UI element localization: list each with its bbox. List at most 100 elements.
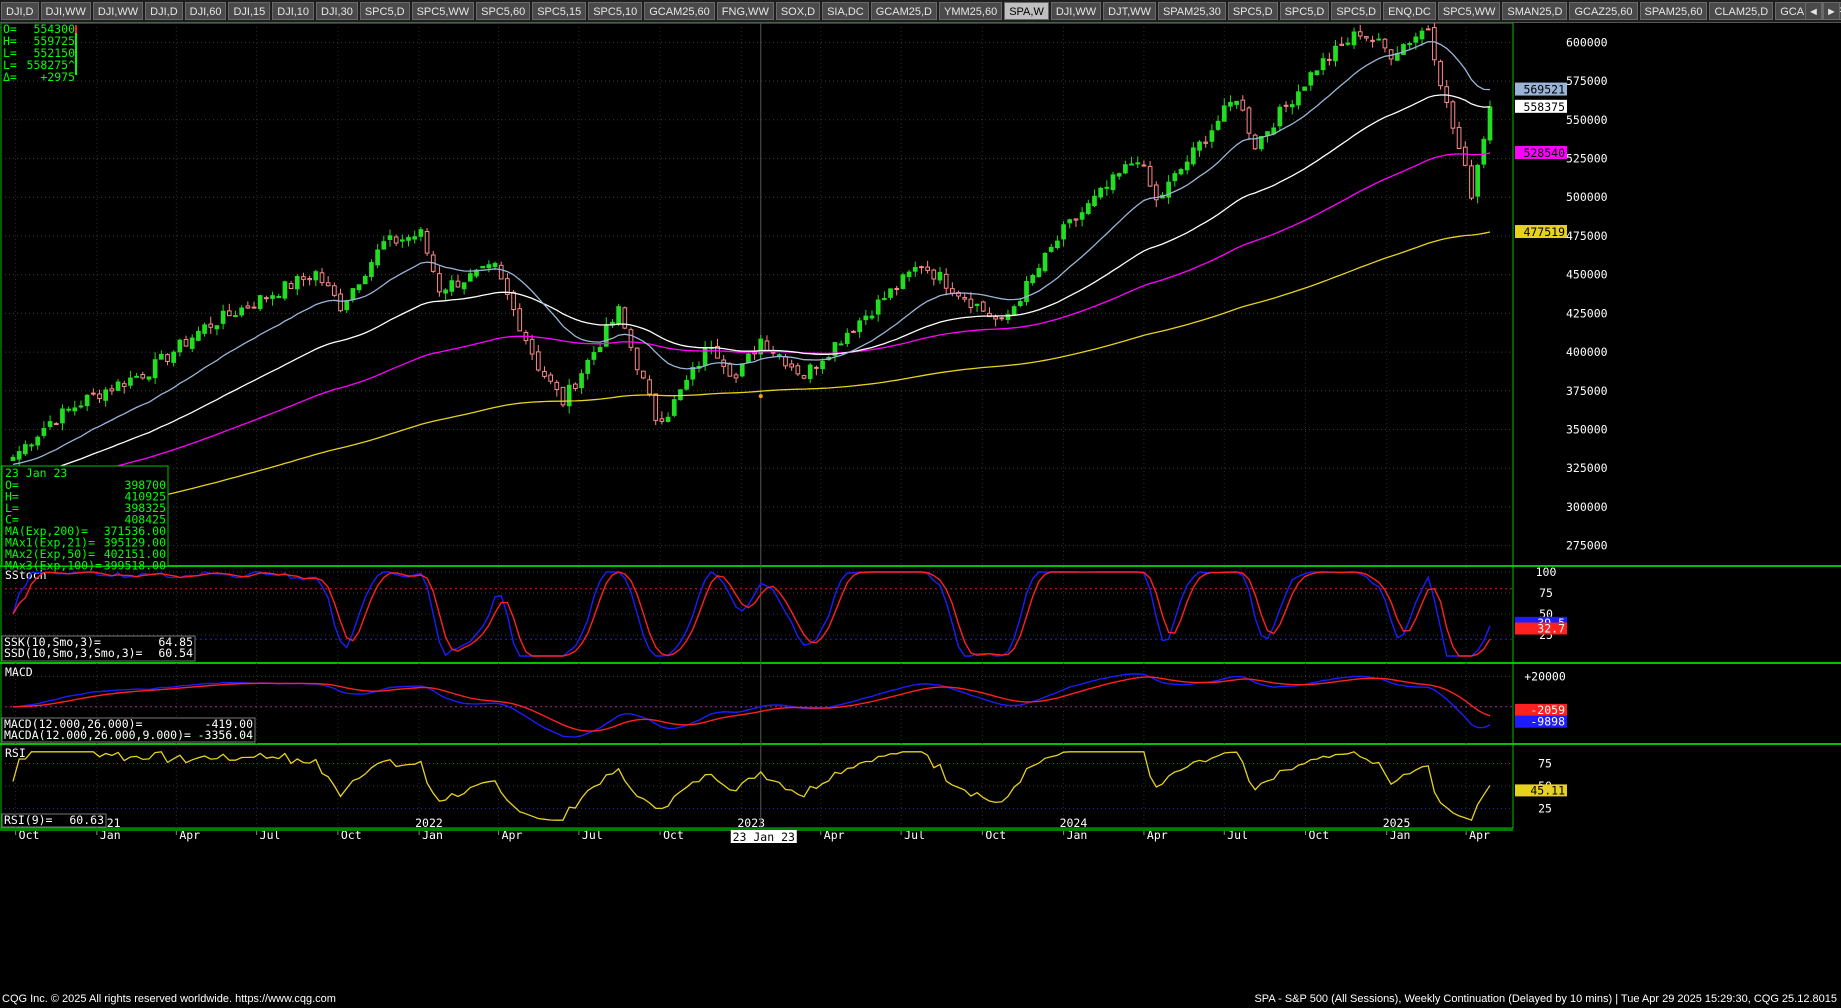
- candle-body: [16, 451, 22, 460]
- tab-clam25-d-31[interactable]: CLAM25,D: [1709, 2, 1774, 20]
- stoch-axis-label: 75: [1539, 586, 1553, 600]
- candle-body: [727, 363, 733, 377]
- candle-body: [443, 289, 448, 294]
- candle-body: [1283, 104, 1289, 107]
- tab-djt-ww-21[interactable]: DJT,WW: [1103, 2, 1156, 20]
- candle-body: [208, 323, 214, 328]
- candle-body: [480, 265, 486, 269]
- tab-fng-ww-14[interactable]: FNG,WW: [716, 2, 774, 20]
- rsi-axis-label: 75: [1538, 757, 1552, 771]
- candle-body: [1432, 27, 1437, 61]
- candle-body: [158, 353, 164, 360]
- candle-body: [461, 282, 467, 290]
- tab-enq-dc-26[interactable]: ENQ,DC: [1383, 2, 1436, 20]
- candle-body: [1296, 91, 1301, 106]
- tab-dji-ww-2[interactable]: DJI,WW: [92, 2, 144, 20]
- stoch-axis-label: 100: [1536, 565, 1557, 579]
- tab-dji-60-4[interactable]: DJI,60: [184, 2, 227, 20]
- candle-body: [1326, 58, 1332, 61]
- tab-dji-d-0[interactable]: DJI,D: [1, 2, 39, 20]
- tab-sman25-d-28[interactable]: SMAN25,D: [1502, 2, 1568, 20]
- stoch-readout-label: SSD(10,Smo,3,Smo,3)=: [4, 646, 143, 660]
- candle-body: [344, 300, 350, 311]
- candle-body: [338, 293, 343, 312]
- candle-body: [350, 288, 356, 300]
- candle-body: [517, 308, 523, 332]
- ema-50-line: [12, 94, 1491, 479]
- candle-body: [492, 262, 498, 268]
- candle-body: [770, 351, 776, 354]
- candle-body: [1079, 212, 1085, 220]
- tab-spam25-30-22[interactable]: SPAM25,30: [1157, 2, 1226, 20]
- candle-body: [1104, 186, 1110, 189]
- candle-body: [1017, 301, 1023, 306]
- tab-sia-dc-16[interactable]: SIA,DC: [822, 2, 869, 20]
- tab-dji-ww-1[interactable]: DJI,WW: [40, 2, 91, 20]
- tab-spa-w-19[interactable]: SPA,W: [1004, 2, 1049, 20]
- chart-area[interactable]: 600000 575000 550000 525000 500000 475000 4500…: [0, 23, 1841, 989]
- macd-readout-value: -3356.04: [198, 728, 253, 742]
- candle-body: [653, 393, 659, 421]
- year-label: 2025: [1383, 816, 1411, 830]
- candles: [10, 23, 1493, 466]
- tab-spc5-d-8[interactable]: SPC5,D: [359, 2, 410, 20]
- candle-body: [393, 236, 399, 244]
- candle-body: [733, 374, 739, 379]
- candle-body: [919, 266, 924, 269]
- price-axis-label: 350000: [1566, 423, 1608, 437]
- tab-dji-d-3[interactable]: DJI,D: [145, 2, 183, 20]
- tab-scroll-next-button[interactable]: ►: [1823, 2, 1840, 20]
- tab-spc5-ww-27[interactable]: SPC5,WW: [1437, 2, 1501, 20]
- candle-body: [764, 340, 770, 351]
- tab-spam25-60-30[interactable]: SPAM25,60: [1639, 2, 1708, 20]
- tab-spc5-15-11[interactable]: SPC5,15: [532, 2, 587, 20]
- price-axis-label: 575000: [1566, 74, 1608, 88]
- tab-spc5-10-12[interactable]: SPC5,10: [588, 2, 643, 20]
- tab-gcaz25-60-29[interactable]: GCAZ25,60: [1569, 2, 1638, 20]
- tab-sox-d-15[interactable]: SOX,D: [775, 2, 821, 20]
- candle-body: [1320, 58, 1326, 71]
- candle-body: [1061, 224, 1066, 240]
- candle-body: [529, 338, 535, 355]
- candle-body: [418, 229, 424, 237]
- candle-body: [875, 299, 881, 315]
- tab-gcam25-60-13[interactable]: GCAM25,60: [644, 2, 715, 20]
- cursor-ema-marker: [758, 394, 763, 399]
- candle-body: [455, 280, 461, 288]
- ema-200-line: [12, 231, 1491, 523]
- candle-body: [1129, 163, 1134, 166]
- candle-body: [115, 381, 121, 391]
- candle-body: [10, 456, 16, 461]
- candle-body: [801, 375, 807, 379]
- candle-body: [239, 307, 245, 316]
- tab-spc5-ww-9[interactable]: SPC5,WW: [411, 2, 475, 20]
- tab-spc5-d-25[interactable]: SPC5,D: [1331, 2, 1382, 20]
- candle-body: [1289, 104, 1295, 108]
- tab-gcam25-d-17[interactable]: GCAM25,D: [870, 2, 937, 20]
- tab-ymm25-60-18[interactable]: YMM25,60: [939, 2, 1003, 20]
- tab-spc5-d-24[interactable]: SPC5,D: [1279, 2, 1330, 20]
- tab-dji-10-6[interactable]: DJI,10: [272, 2, 315, 20]
- tab-spc5-60-10[interactable]: SPC5,60: [476, 2, 531, 20]
- candle-body: [41, 427, 47, 436]
- symbol-status-text: SPA - S&P 500 (All Sessions), Weekly Con…: [1254, 993, 1837, 1005]
- cursor-readout-value: 399518.00: [104, 559, 166, 573]
- tab-dji-15-5[interactable]: DJI,15: [228, 2, 271, 20]
- tab-dji-30-7[interactable]: DJI,30: [316, 2, 358, 20]
- candle-body: [1191, 147, 1196, 165]
- rsi-axis-label: 25: [1538, 802, 1552, 816]
- candle-body: [1438, 60, 1443, 87]
- tab-scroll-prev-button[interactable]: ◄: [1805, 2, 1822, 20]
- price-axis-label: 400000: [1566, 345, 1608, 359]
- tab-dji-ww-20[interactable]: DJI,WW: [1050, 2, 1102, 20]
- candle-body: [152, 359, 158, 379]
- tab-spc5-d-23[interactable]: SPC5,D: [1227, 2, 1278, 20]
- candle-body: [288, 283, 294, 289]
- candle-body: [1209, 130, 1215, 142]
- candle-body: [387, 235, 393, 240]
- candle-body: [356, 284, 362, 291]
- candle-body: [1277, 106, 1283, 127]
- candle-body: [820, 360, 825, 370]
- candle-body: [78, 405, 84, 408]
- price-axis-label: 300000: [1566, 500, 1608, 514]
